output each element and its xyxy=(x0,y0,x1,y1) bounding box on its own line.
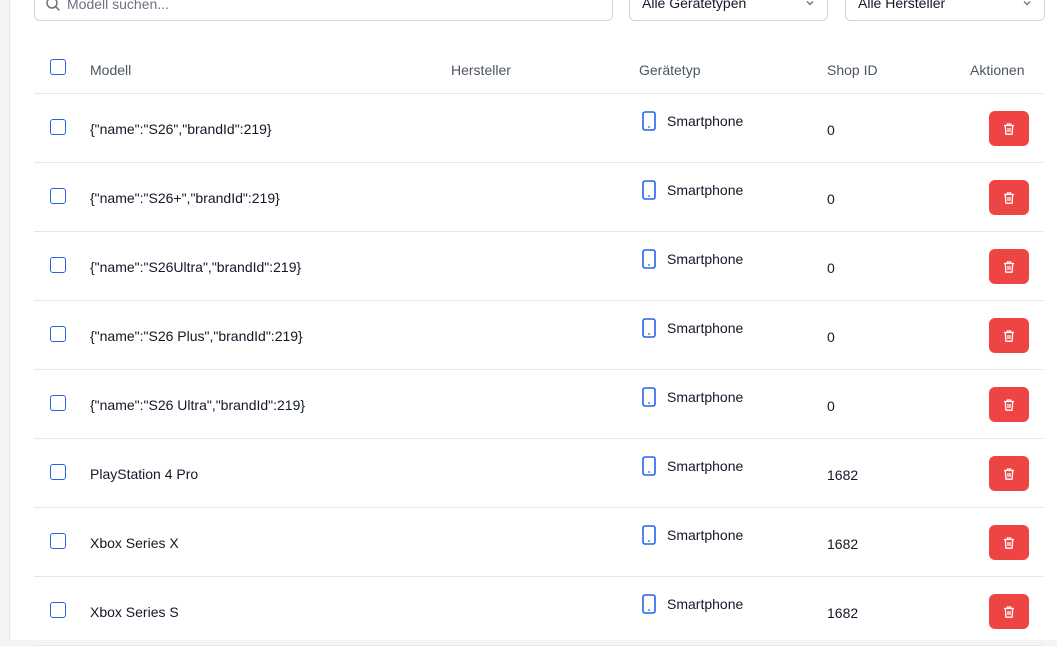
delete-button[interactable] xyxy=(989,525,1029,560)
chevron-down-icon xyxy=(1023,1,1031,6)
table-row: PlayStation 4 Pro Smartphone 1682 xyxy=(34,439,1044,508)
device-type-label: Smartphone xyxy=(667,596,744,612)
device-type-cell: Smartphone xyxy=(641,249,743,269)
model-name: {"name":"S26+","brandId":219} xyxy=(90,190,280,206)
device-type-select[interactable]: Alle Gerätetypen xyxy=(629,0,828,21)
table-row: {"name":"S26 Ultra","brandId":219} Smartp… xyxy=(34,370,1044,439)
shop-id: 0 xyxy=(827,122,835,138)
chevron-down-icon xyxy=(806,1,814,6)
row-checkbox[interactable] xyxy=(50,602,66,618)
table-row: {"name":"S26Ultra","brandId":219} Smartph… xyxy=(34,232,1044,301)
smartphone-icon xyxy=(642,387,656,407)
device-type-cell: Smartphone xyxy=(641,387,743,407)
trash-icon xyxy=(1004,122,1014,135)
shop-id: 0 xyxy=(827,398,835,414)
column-header-device-type[interactable]: Gerätetyp xyxy=(639,62,700,78)
trash-icon xyxy=(1004,605,1014,618)
device-type-label: Smartphone xyxy=(667,113,744,129)
delete-button[interactable] xyxy=(989,594,1029,629)
select-all-checkbox[interactable] xyxy=(50,59,66,75)
table-header: Modell Hersteller Gerätetyp Shop ID Akti… xyxy=(34,35,1044,94)
smartphone-icon xyxy=(642,456,656,476)
model-name: Xbox Series S xyxy=(90,604,179,620)
shop-id: 1682 xyxy=(827,605,859,621)
trash-icon xyxy=(1004,191,1014,204)
table-row: Xbox Series X Smartphone 1682 xyxy=(34,508,1044,577)
shop-id: 0 xyxy=(827,260,835,276)
device-type-label: Smartphone xyxy=(667,182,744,198)
table-row: Xbox Series S Smartphone 1682 xyxy=(34,577,1044,646)
column-header-actions: Aktionen xyxy=(970,62,1025,78)
model-name: PlayStation 4 Pro xyxy=(90,466,199,482)
row-checkbox[interactable] xyxy=(50,395,66,411)
model-name: {"name":"S26 Plus","brandId":219} xyxy=(90,328,303,344)
model-name: {"name":"S26 Ultra","brandId":219} xyxy=(90,397,306,413)
trash-icon xyxy=(1004,398,1014,411)
smartphone-icon xyxy=(642,249,656,269)
filter-bar: Alle Gerätetypen Alle Hersteller xyxy=(10,0,1057,21)
device-type-label: Smartphone xyxy=(667,320,744,336)
device-type-label: Smartphone xyxy=(667,458,744,474)
model-name: {"name":"S26","brandId":219} xyxy=(90,121,272,137)
table-row: {"name":"S26 Plus","brandId":219} Smartph… xyxy=(34,301,1044,370)
delete-button[interactable] xyxy=(989,387,1029,422)
row-checkbox[interactable] xyxy=(50,119,66,135)
shop-id: 0 xyxy=(827,329,835,345)
delete-button[interactable] xyxy=(989,180,1029,215)
row-checkbox[interactable] xyxy=(50,464,66,480)
smartphone-icon xyxy=(642,594,656,614)
shop-id: 1682 xyxy=(827,467,859,483)
column-header-shop-id[interactable]: Shop ID xyxy=(827,62,878,78)
delete-button[interactable] xyxy=(989,249,1029,284)
device-type-cell: Smartphone xyxy=(641,525,743,545)
device-type-cell: Smartphone xyxy=(641,318,743,338)
search-field[interactable] xyxy=(34,0,613,21)
manufacturer-select[interactable]: Alle Hersteller xyxy=(845,0,1045,21)
device-type-select-value: Alle Gerätetypen xyxy=(642,0,747,11)
models-table: Modell Hersteller Gerätetyp Shop ID Akti… xyxy=(34,35,1044,646)
trash-icon xyxy=(1004,329,1014,342)
row-checkbox[interactable] xyxy=(50,326,66,342)
model-name: Xbox Series X xyxy=(90,535,179,551)
table-body: {"name":"S26","brandId":219} Smartphone 0{… xyxy=(34,94,1044,646)
smartphone-icon xyxy=(642,111,656,131)
models-panel: Alle Gerätetypen Alle Hersteller Modell … xyxy=(9,0,1057,646)
device-type-label: Smartphone xyxy=(667,389,744,405)
smartphone-icon xyxy=(642,318,656,338)
row-checkbox[interactable] xyxy=(50,533,66,549)
column-header-model[interactable]: Modell xyxy=(90,62,131,78)
device-type-cell: Smartphone xyxy=(641,594,743,614)
row-checkbox[interactable] xyxy=(50,257,66,273)
delete-button[interactable] xyxy=(989,456,1029,491)
device-type-label: Smartphone xyxy=(667,527,744,543)
shop-id: 0 xyxy=(827,191,835,207)
row-checkbox[interactable] xyxy=(50,188,66,204)
model-name: {"name":"S26Ultra","brandId":219} xyxy=(90,259,302,275)
column-header-manufacturer[interactable]: Hersteller xyxy=(451,62,511,78)
smartphone-icon xyxy=(642,525,656,545)
trash-icon xyxy=(1004,260,1014,273)
search-input[interactable] xyxy=(67,0,587,15)
trash-icon xyxy=(1004,536,1014,549)
delete-button[interactable] xyxy=(989,318,1029,353)
smartphone-icon xyxy=(642,180,656,200)
device-type-label: Smartphone xyxy=(667,251,744,267)
trash-icon xyxy=(1004,467,1014,480)
table-row: {"name":"S26+","brandId":219} Smartphone 0 xyxy=(34,163,1044,232)
device-type-cell: Smartphone xyxy=(641,456,743,476)
manufacturer-select-value: Alle Hersteller xyxy=(858,0,946,11)
search-icon xyxy=(46,0,60,11)
table-row: {"name":"S26","brandId":219} Smartphone 0 xyxy=(34,94,1044,163)
device-type-cell: Smartphone xyxy=(641,180,743,200)
device-type-cell: Smartphone xyxy=(641,111,743,131)
shop-id: 1682 xyxy=(827,536,859,552)
delete-button[interactable] xyxy=(989,111,1029,146)
